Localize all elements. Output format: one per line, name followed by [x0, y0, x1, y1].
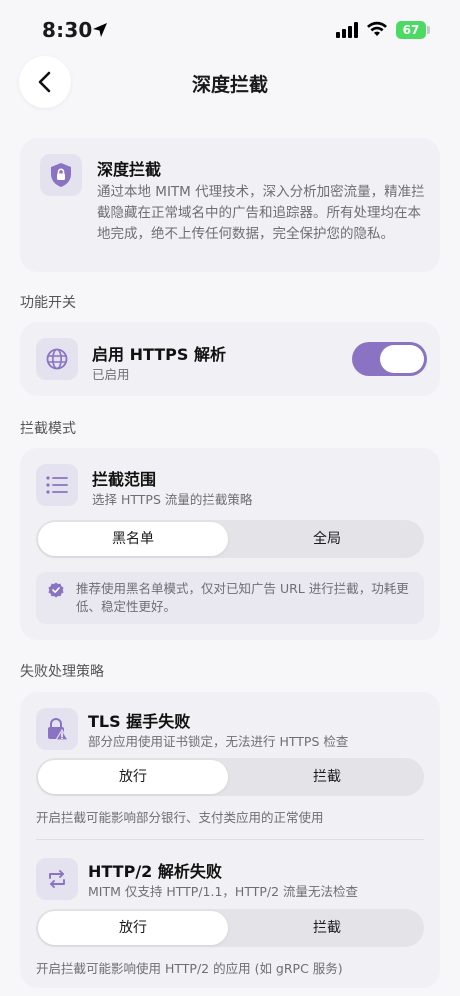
- tls-failure-segmented: 放行 拦截: [36, 758, 424, 796]
- section-feature-switch: 功能开关: [20, 295, 76, 311]
- http2-failure-subtitle: MITM 仅支持 HTTP/1.1，HTTP/2 流量无法检查: [88, 884, 359, 899]
- https-toggle-switch[interactable]: [352, 342, 427, 376]
- wifi-icon: [367, 21, 387, 36]
- segment-tls-block[interactable]: 拦截: [232, 760, 422, 794]
- toggle-knob: [380, 345, 424, 373]
- info-card: 深度拦截 通过本地 MITM 代理技术，深入分析加密流量，精准拦截隐藏在正常域名…: [20, 138, 440, 272]
- segment-http2-block[interactable]: 拦截: [232, 911, 422, 945]
- block-scope-tip-text: 推荐使用黑名单模式，仅对已知广告 URL 进行拦截，功耗更低、稳定性更好。: [76, 581, 409, 614]
- https-toggle-card: 启用 HTTPS 解析 已启用: [20, 322, 440, 396]
- tls-failure-title: TLS 握手失败: [88, 712, 191, 731]
- section-block-mode: 拦截模式: [20, 421, 76, 437]
- status-bar: 8:30 67: [0, 0, 460, 56]
- https-toggle-title: 启用 HTTPS 解析: [92, 345, 226, 364]
- sync-arrows-icon: [49, 870, 65, 888]
- shield-icon-box: [40, 154, 82, 196]
- block-scope-subtitle: 选择 HTTPS 流量的拦截策略: [92, 492, 253, 507]
- list-icon: [46, 476, 68, 494]
- location-arrow-icon: [93, 23, 107, 37]
- block-scope-title: 拦截范围: [92, 470, 157, 489]
- block-scope-tip: 推荐使用黑名单模式，仅对已知广告 URL 进行拦截，功耗更低、稳定性更好。: [36, 572, 424, 624]
- globe-icon-box: [36, 338, 78, 380]
- segment-global[interactable]: 全局: [232, 522, 422, 556]
- divider: [36, 839, 424, 840]
- section-failure-policy: 失败处理策略: [20, 664, 104, 680]
- segment-tls-allow[interactable]: 放行: [38, 760, 228, 794]
- segment-blacklist[interactable]: 黑名单: [38, 522, 228, 556]
- http2-failure-note: 开启拦截可能影响使用 HTTP/2 的应用 (如 gRPC 服务): [36, 961, 343, 976]
- http2-failure-title: HTTP/2 解析失败: [88, 862, 222, 881]
- block-scope-segmented: 黑名单 全局: [36, 520, 424, 558]
- sync-icon-box: [36, 858, 78, 900]
- lock-warning-icon: [48, 718, 69, 741]
- block-scope-card: 拦截范围 选择 HTTPS 流量的拦截策略 黑名单 全局 推荐使用黑名单模式，仅…: [20, 448, 440, 640]
- battery-level: 67: [396, 21, 426, 39]
- info-description: 通过本地 MITM 代理技术，深入分析加密流量，精准拦截隐藏在正常域名中的广告和…: [97, 184, 425, 242]
- http2-failure-segmented: 放行 拦截: [36, 909, 424, 947]
- battery-icon: 67: [396, 21, 430, 39]
- failure-policy-card: TLS 握手失败 部分应用使用证书锁定，无法进行 HTTPS 检查 放行 拦截 …: [20, 692, 440, 988]
- segment-http2-allow[interactable]: 放行: [38, 911, 228, 945]
- https-toggle-status: 已启用: [92, 367, 130, 382]
- globe-icon: [46, 348, 68, 370]
- shield-lock-icon: [51, 163, 71, 187]
- tls-failure-subtitle: 部分应用使用证书锁定，无法进行 HTTPS 检查: [88, 734, 349, 749]
- status-time: 8:30: [42, 18, 93, 42]
- tls-failure-note: 开启拦截可能影响部分银行、支付类应用的正常使用: [36, 810, 324, 825]
- list-icon-box: [36, 464, 78, 506]
- info-title: 深度拦截: [97, 160, 162, 179]
- page-title: 深度拦截: [191, 74, 268, 96]
- lock-icon-box: [36, 708, 78, 750]
- cellular-signal-icon: [336, 22, 358, 38]
- verified-badge-icon: [48, 582, 64, 598]
